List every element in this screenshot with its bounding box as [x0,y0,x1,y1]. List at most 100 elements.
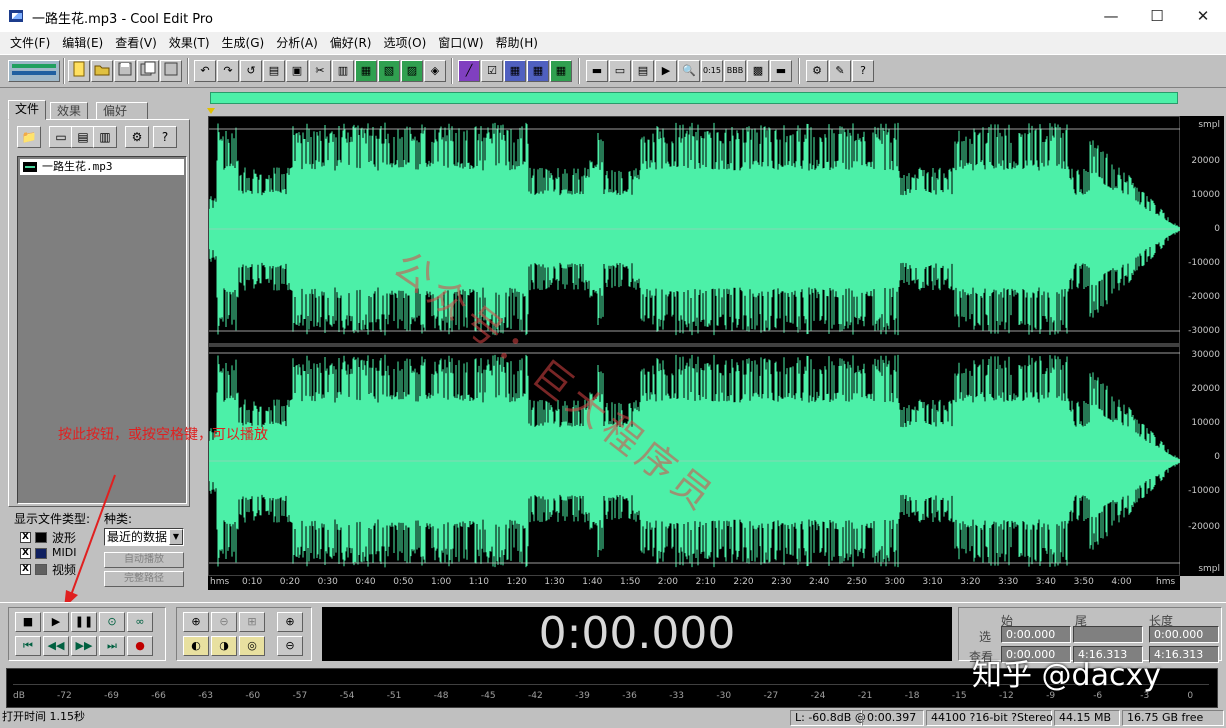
grid-icon-3[interactable]: ▦ [550,60,572,82]
menu-options[interactable]: 选项(O) [377,32,432,54]
chevron-down-icon[interactable]: ▼ [169,529,183,545]
checklist-icon[interactable]: ☑ [481,60,503,82]
close-button[interactable]: ✕ [1180,0,1226,32]
level-status: L: -60.8dB @ [790,710,866,726]
app-icon [8,9,24,23]
close-file-icon[interactable]: ▭ [49,126,73,148]
go-to-end-button[interactable]: ⏭ [99,636,125,656]
pause-button[interactable]: ❚❚ [71,612,97,632]
scripts-icon[interactable]: ✎ [829,60,851,82]
new-file-icon[interactable] [68,60,90,82]
bars-format-icon[interactable]: BBB [724,60,746,82]
open-file-icon[interactable] [91,60,113,82]
play-to-end-button[interactable]: ⊙ [99,612,125,632]
zoom-left-icon[interactable]: ◐ [183,636,209,656]
info-view-icon[interactable]: ▤ [632,60,654,82]
options-icon[interactable]: ⚙ [125,126,149,148]
toolbar: ↶ ↷ ↺ ▤ ▣ ✂ ▥ ▦ ▧ ▨ ◈ ╱ ☑ ▦ ▦ ▦ ▬ ▭ ▤ ▶ … [0,54,1226,88]
multitrack-toggle-icon[interactable] [8,60,60,82]
play-button[interactable]: ▶ [43,612,69,632]
paste-icon[interactable]: ▥ [332,60,354,82]
spectral-view-icon[interactable]: ▭ [609,60,631,82]
rewind-button[interactable]: ◀◀ [43,636,69,656]
color-icon[interactable]: ▩ [747,60,769,82]
zoom-full-icon[interactable]: ⊞ [239,612,265,632]
meter-tick-label: -51 [386,691,402,701]
scale-label-bottom: -20000 [1188,522,1220,532]
meter-tick-label: -18 [904,691,920,701]
loop-button[interactable]: ∞ [127,612,153,632]
time-tick-label: 3:50 [1073,577,1094,587]
menu-help[interactable]: 帮助(H) [490,32,544,54]
format-status: 44100 ?16-bit ?Stereo [926,710,1053,726]
meter-tick-label: -60 [245,691,261,701]
insert-multitrack-icon[interactable]: ▤ [71,126,95,148]
copy-new-icon[interactable]: ▣ [286,60,308,82]
play-view-icon[interactable]: ▶ [655,60,677,82]
redo-icon[interactable]: ↷ [217,60,239,82]
amplitude-scale: smpl 20000 10000 0 -10000 -20000 -30000 30000 20… [1180,116,1224,576]
stop-button[interactable]: ■ [15,612,41,632]
selection-length-field[interactable]: 0:00.000 [1149,626,1219,643]
save-icon[interactable] [114,60,136,82]
file-item[interactable]: 一路生花.mp3 [20,159,184,175]
overview-bar[interactable] [210,92,1178,104]
checkbox-video[interactable]: X [20,564,31,575]
tab-files[interactable]: 文件 [8,100,47,120]
menu-bar: 文件(F) 编辑(E) 查看(V) 效果(T) 生成(G) 分析(A) 偏好(R… [0,32,1226,54]
meter-tick-label: -33 [669,691,684,701]
zoom-out-vertical-icon[interactable]: ⊖ [277,636,303,656]
waveform-view-icon[interactable]: ▬ [586,60,608,82]
checkbox-midi[interactable]: X [20,548,31,559]
selection-end-field[interactable] [1073,626,1143,643]
menu-edit[interactable]: 编辑(E) [56,32,109,54]
selection-start-field[interactable]: 0:00.000 [1001,626,1071,643]
save-all-icon[interactable] [160,60,182,82]
grid-icon-1[interactable]: ▦ [504,60,526,82]
menu-effects[interactable]: 效果(T) [163,32,216,54]
menu-window[interactable]: 窗口(W) [432,32,489,54]
maximize-button[interactable]: ☐ [1134,0,1180,32]
scale-label-top: smpl [1198,120,1220,130]
zoom-in-icon[interactable]: ⊕ [183,612,209,632]
repeat-icon[interactable]: ↺ [240,60,262,82]
zoom-out-icon[interactable]: ⊖ [211,612,237,632]
mix-paste-icon[interactable]: ▧ [378,60,400,82]
edit-file-icon[interactable]: ▥ [93,126,117,148]
crop-icon[interactable]: ◈ [424,60,446,82]
help-icon[interactable]: ? [852,60,874,82]
menu-file[interactable]: 文件(F) [4,32,56,54]
time-format-icon[interactable]: 0:15 [701,60,723,82]
menu-generate[interactable]: 生成(G) [216,32,271,54]
settings-icon[interactable]: ⚙ [806,60,828,82]
zoom-right-icon[interactable]: ◑ [211,636,237,656]
menu-favorites[interactable]: 偏好(R) [324,32,378,54]
zoom-view-icon[interactable]: 🔍 [678,60,700,82]
fast-forward-button[interactable]: ▶▶ [71,636,97,656]
meter-tick-label: -39 [575,691,590,701]
undo-icon[interactable]: ↶ [194,60,216,82]
trim-icon[interactable]: ▨ [401,60,423,82]
record-button[interactable]: ● [127,636,153,656]
zoom-selection-icon[interactable]: ◎ [239,636,265,656]
zoom-in-vertical-icon[interactable]: ⊕ [277,612,303,632]
minimize-button[interactable]: — [1088,0,1134,32]
help-icon[interactable]: ? [153,126,177,148]
scale-label-top: -30000 [1188,326,1220,336]
menu-view[interactable]: 查看(V) [109,32,163,54]
tab-favorites[interactable]: 偏好 [96,102,148,120]
paste-new-icon[interactable]: ▦ [355,60,377,82]
time-ruler[interactable]: hms 0:10 0:20 0:30 0:40 0:50 1:00 1:10 1:20 1:30 1… [208,576,1180,590]
save-as-icon[interactable] [137,60,159,82]
menu-analyze[interactable]: 分析(A) [270,32,324,54]
blank-view-icon[interactable]: ▬ [770,60,792,82]
checkbox-waveform[interactable]: X [20,532,31,543]
envelope-icon[interactable]: ╱ [458,60,480,82]
cut-icon[interactable]: ✂ [309,60,331,82]
go-to-start-button[interactable]: ⏮ [15,636,41,656]
tab-effects[interactable]: 效果 [50,102,89,120]
copy-icon[interactable]: ▤ [263,60,285,82]
open-folder-icon[interactable]: 📁 [17,126,41,148]
grid-icon-2[interactable]: ▦ [527,60,549,82]
start-marker-icon[interactable] [207,108,215,114]
